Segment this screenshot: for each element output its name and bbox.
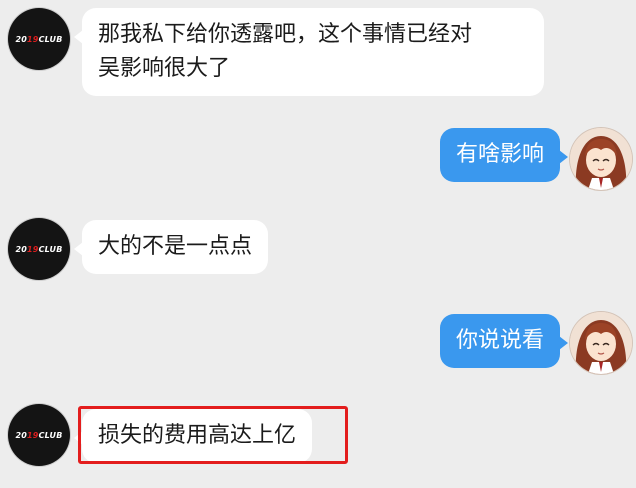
anime-girl-avatar-icon: [570, 312, 632, 374]
highlight-annotation-box: [78, 406, 348, 464]
anime-girl-avatar-icon[interactable]: [570, 312, 632, 374]
club-logo-avatar-icon[interactable]: 2019CLUB: [8, 8, 70, 70]
club-logo-text: 2019CLUB: [15, 244, 63, 254]
message-text: 有啥影响: [455, 142, 544, 167]
message-text: 你说说看: [455, 328, 544, 353]
club-logo-text: 2019CLUB: [15, 430, 63, 440]
message-text: 大的不是一点点: [98, 234, 253, 259]
club-logo-avatar-icon[interactable]: 2019CLUB: [8, 218, 70, 280]
incoming-message-bubble[interactable]: 那我私下给你透露吧，这个事情已经对 吴影响很大了: [74, 8, 544, 96]
chat-thread: 2019CLUB 那我私下给你透露吧，这个事情已经对 吴影响很大了 有啥影响 2…: [0, 0, 636, 488]
anime-girl-avatar-icon[interactable]: [570, 128, 632, 190]
message-text-line: 吴影响很大了: [98, 56, 231, 81]
anime-girl-avatar-icon: [570, 128, 632, 190]
outgoing-message-bubble[interactable]: 有啥影响: [439, 128, 569, 182]
message-text-line: 那我私下给你透露吧，这个事情已经对: [98, 22, 473, 47]
club-logo-text: 2019CLUB: [15, 34, 63, 44]
club-logo-avatar-icon[interactable]: 2019CLUB: [8, 404, 70, 466]
outgoing-message-bubble[interactable]: 你说说看: [439, 314, 569, 368]
incoming-message-bubble[interactable]: 大的不是一点点: [73, 220, 269, 274]
